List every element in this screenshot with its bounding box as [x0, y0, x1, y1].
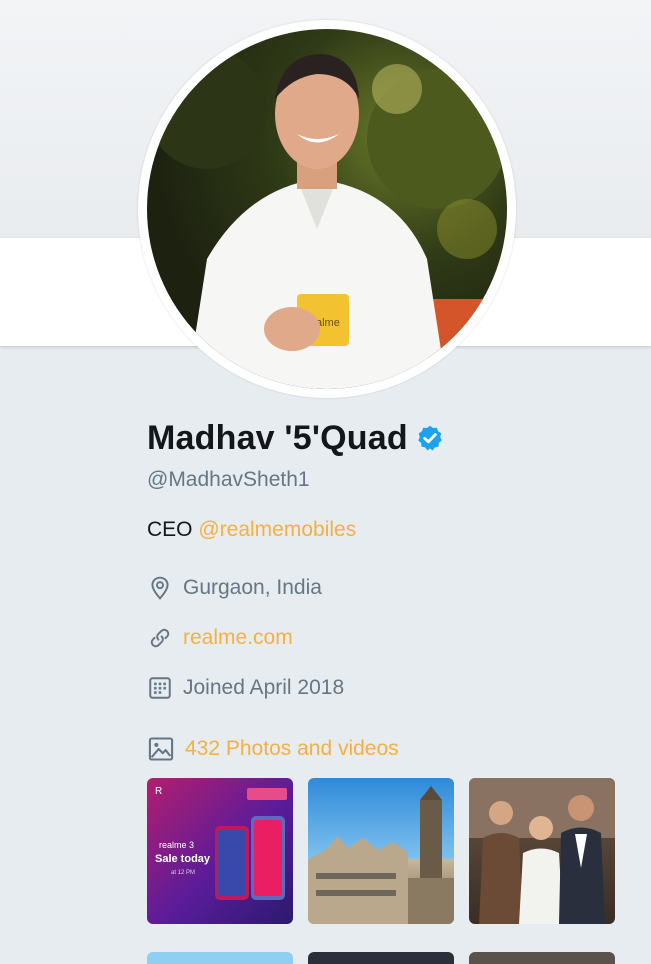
cathedral-image	[308, 786, 454, 924]
realme-ad-image: R realme 3 Sale today at 12 PM	[155, 786, 287, 900]
media-thumbnail-partial[interactable]	[147, 952, 293, 964]
bio-mention-link[interactable]: @realmemobiles	[198, 518, 356, 541]
media-thumbnail-realme-ad[interactable]: R realme 3 Sale today at 12 PM	[147, 778, 293, 924]
verified-badge-icon	[418, 425, 442, 451]
avatar[interactable]: realme	[147, 29, 507, 389]
ad-time: at 12 PM	[171, 870, 195, 876]
joined-text: Joined April 2018	[183, 676, 345, 699]
media-grid-next-row	[147, 952, 615, 964]
image-icon	[148, 737, 174, 761]
ad-model: realme 3	[159, 840, 194, 850]
calendar-icon	[149, 677, 171, 699]
profile-info: Madhav '5'Quad @MadhavSheth1 CEO @realme…	[147, 410, 627, 924]
group-photo-image	[469, 778, 615, 924]
handle: @MadhavSheth1	[147, 468, 310, 491]
bio: CEO @realmemobiles	[147, 518, 627, 542]
photos-videos-row[interactable]: 432 Photos and videos	[147, 732, 627, 766]
website-link[interactable]: realme.com	[183, 626, 293, 650]
display-name: Madhav '5'Quad	[147, 418, 408, 457]
name-row: Madhav '5'Quad	[147, 410, 627, 466]
website-row: realme.com	[147, 622, 627, 654]
media-grid: R realme 3 Sale today at 12 PM	[147, 778, 627, 924]
ad-brand-mark: R	[155, 786, 162, 797]
media-thumbnail-cathedral[interactable]	[308, 778, 454, 924]
media-thumbnail-partial[interactable]	[308, 952, 454, 964]
media-thumbnail-group-photo[interactable]	[469, 778, 615, 924]
location-text: Gurgaon, India	[183, 576, 322, 599]
bio-text: CEO	[147, 518, 199, 541]
photos-videos-link[interactable]: 432 Photos and videos	[185, 737, 399, 761]
avatar-photo: realme	[147, 49, 507, 389]
ad-headline: Sale today	[155, 853, 211, 865]
joined-row: Joined April 2018	[147, 672, 627, 704]
location-row: Gurgaon, India	[147, 572, 627, 604]
location-pin-icon	[151, 576, 169, 600]
media-thumbnail-partial[interactable]	[469, 952, 615, 964]
link-icon	[150, 628, 170, 648]
